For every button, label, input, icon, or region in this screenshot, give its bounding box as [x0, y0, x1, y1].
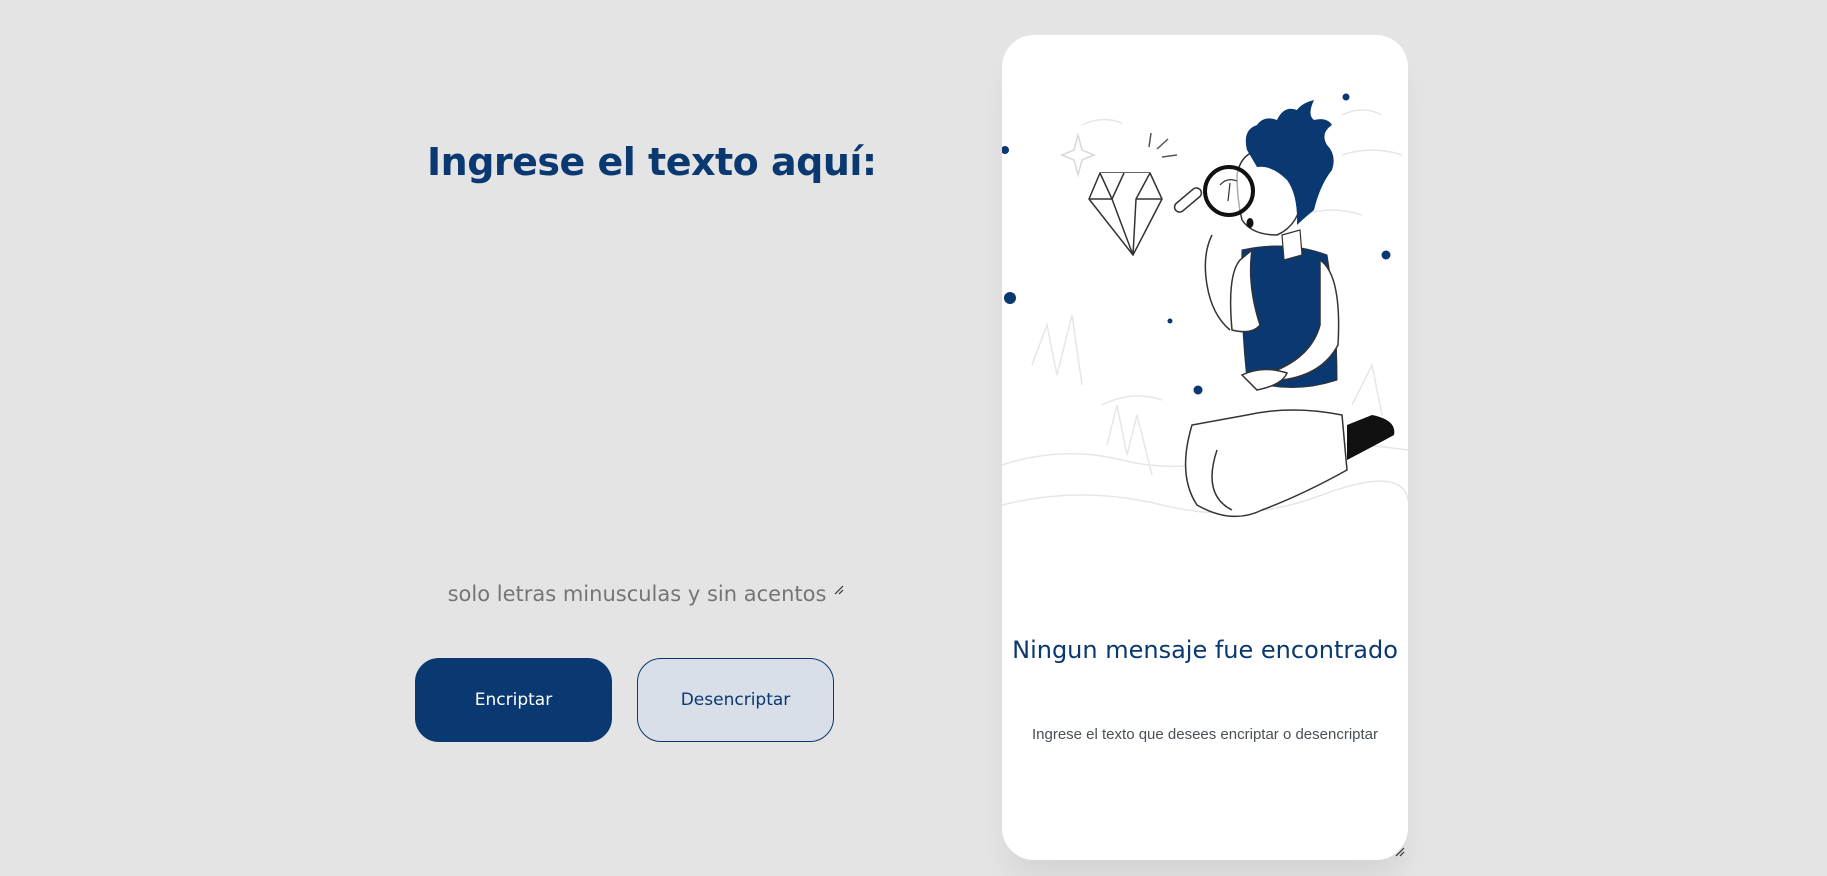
- result-panel: Ningun mensaje fue encontrado Ingrese el…: [1002, 35, 1408, 860]
- empty-state-title: Ningun mensaje fue encontrado: [1012, 636, 1398, 664]
- person-with-magnifying-glass-illustration: [1002, 93, 1408, 518]
- page-title: Ingrese el texto aquí:: [427, 140, 877, 184]
- decrypt-button[interactable]: Desencriptar: [637, 658, 834, 742]
- text-input[interactable]: [420, 580, 854, 644]
- page: Ingrese el texto aquí: Encriptar Desencr…: [0, 0, 1827, 876]
- result-resize-handle-icon[interactable]: [1394, 846, 1406, 858]
- resize-handle-icon[interactable]: [833, 584, 845, 596]
- encrypt-button[interactable]: Encriptar: [415, 658, 612, 742]
- empty-state-subtitle: Ingrese el texto que desees encriptar o …: [1031, 726, 1379, 743]
